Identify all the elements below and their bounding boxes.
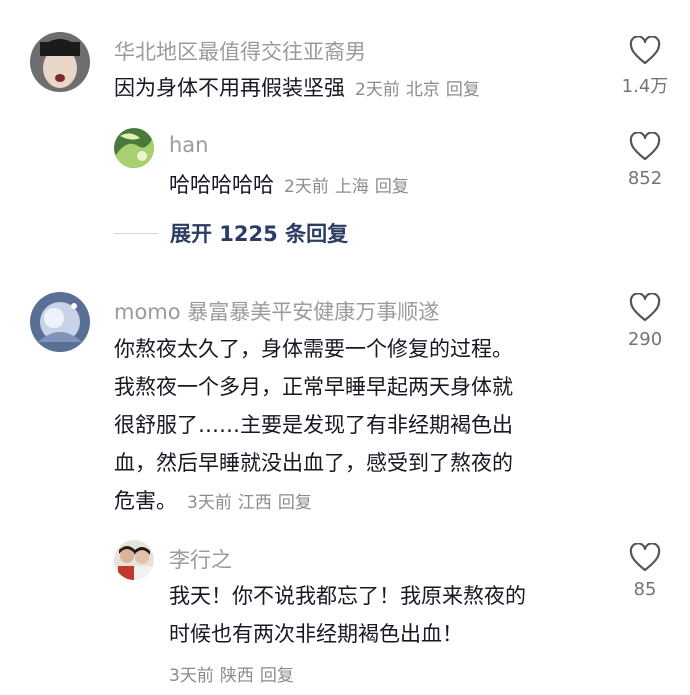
reply-time: 3天前: [169, 666, 214, 686]
reply-location: 上海: [334, 177, 369, 197]
comment-username[interactable]: 华北地区最值得交往亚裔男: [114, 36, 366, 66]
like-button[interactable]: 1.4万: [615, 36, 675, 98]
reply-text-line: 哈哈哈哈哈: [169, 173, 274, 197]
reply-meta: 2天前 上海 回复: [284, 177, 415, 197]
reply-button[interactable]: 回复: [278, 493, 312, 513]
avatar[interactable]: [30, 292, 90, 352]
comment-time: 3天前: [187, 493, 232, 513]
reply-body: 我天！你不说我都忘了！我原来熬夜的 时候也有两次非经期褐色出血！: [169, 577, 526, 653]
like-button[interactable]: 85: [615, 543, 675, 600]
like-button[interactable]: 290: [615, 293, 675, 350]
reply-username[interactable]: han: [169, 133, 209, 157]
comment-meta: 3天前 江西 回复: [187, 493, 318, 513]
reply-button[interactable]: 回复: [446, 80, 480, 100]
heart-outline-icon: [629, 293, 661, 322]
reply-button[interactable]: 回复: [260, 666, 294, 686]
reply-text-line: 我天！你不说我都忘了！我原来熬夜的: [169, 584, 526, 608]
like-count: 852: [627, 168, 663, 189]
comment-text-line: 因为身体不用再假装坚强: [114, 76, 345, 100]
comment-body: 因为身体不用再假装坚强 2天前 北京 回复: [114, 69, 486, 109]
like-count: 85: [633, 579, 657, 600]
comment-text-line: 我熬夜一个多月，正常早睡早起两天身体就: [114, 375, 513, 399]
expand-replies-button[interactable]: 展开 1225 条回复: [114, 218, 348, 248]
reply-time: 2天前: [284, 177, 329, 197]
comment-username[interactable]: momo 暴富暴美平安健康万事顺遂: [114, 296, 439, 326]
heart-outline-icon: [629, 543, 661, 572]
reply-meta: 3天前 陕西 回复: [169, 661, 300, 686]
avatar[interactable]: [114, 128, 154, 168]
reply-username[interactable]: 李行之: [169, 544, 232, 574]
like-count: 1.4万: [621, 76, 669, 97]
comment-time: 2天前: [355, 80, 400, 100]
heart-outline-icon: [629, 36, 661, 65]
comment-location: 江西: [237, 493, 272, 513]
comment-meta: 2天前 北京 回复: [355, 80, 486, 100]
reply-text-line: 时候也有两次非经期褐色出血！: [169, 622, 463, 646]
expand-replies-label: 展开 1225 条回复: [170, 222, 349, 246]
comment-text-line: 危害。: [114, 489, 177, 513]
heart-outline-icon: [629, 132, 661, 161]
like-count: 290: [627, 329, 663, 350]
comment-text-line: 很舒服了……主要是发现了有非经期褐色出: [114, 413, 513, 437]
avatar[interactable]: [30, 32, 90, 92]
reply-location: 陕西: [219, 666, 254, 686]
like-button[interactable]: 852: [615, 132, 675, 189]
avatar[interactable]: [114, 540, 154, 580]
reply-button[interactable]: 回复: [375, 177, 409, 197]
reply-body: 哈哈哈哈哈 2天前 上海 回复: [169, 166, 415, 206]
divider: [114, 232, 158, 234]
comment-location: 北京: [405, 80, 440, 100]
comment-body: 你熬夜太久了，身体需要一个修复的过程。 我熬夜一个多月，正常早睡早起两天身体就 …: [114, 330, 513, 522]
comment-text-line: 你熬夜太久了，身体需要一个修复的过程。: [114, 337, 513, 361]
comment-text-line: 血，然后早睡就没出血了，感受到了熬夜的: [114, 451, 513, 475]
